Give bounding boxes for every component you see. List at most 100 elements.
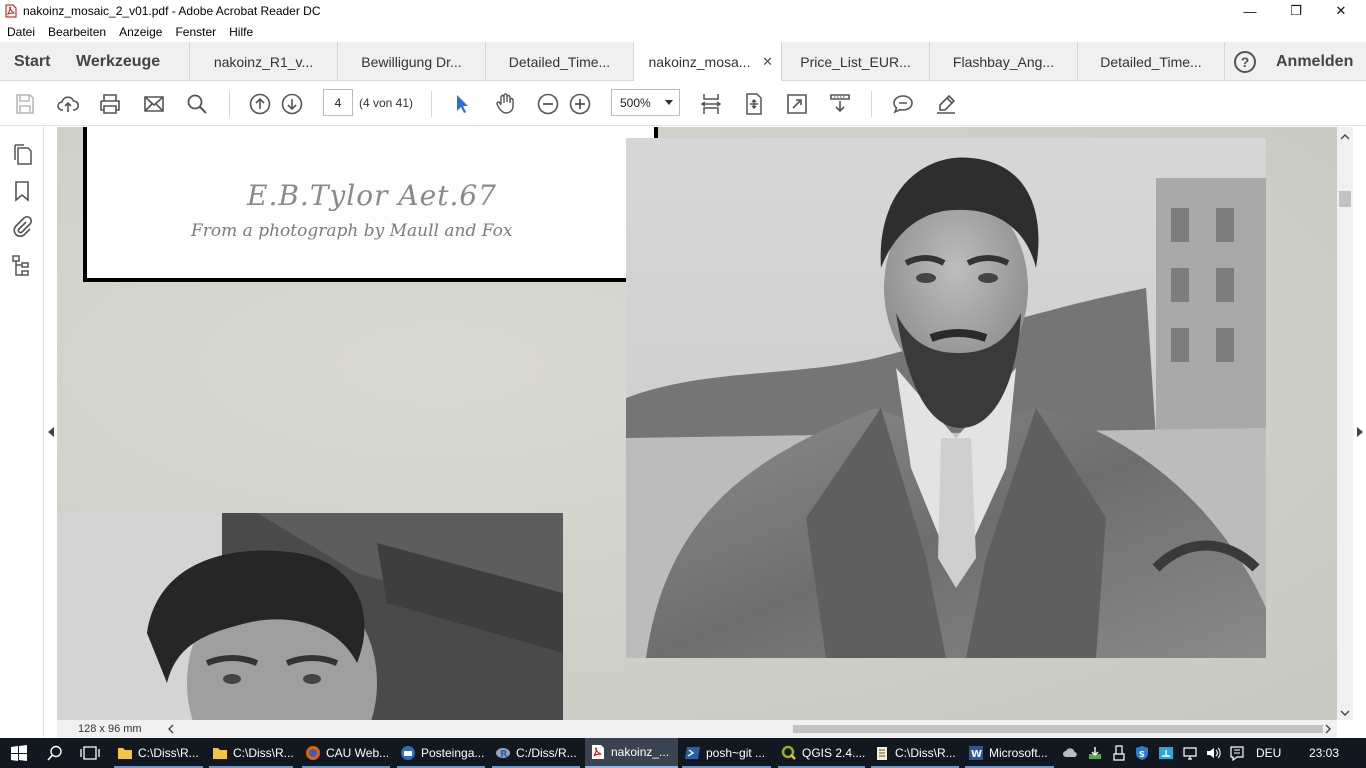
- taskbar-item[interactable]: posh~git ...: [680, 738, 773, 768]
- close-tab-icon[interactable]: ✕: [762, 54, 773, 70]
- full-screen-icon[interactable]: [784, 91, 810, 117]
- page-number-input[interactable]: 4: [323, 89, 353, 116]
- menu-anzeige[interactable]: Anzeige: [119, 25, 162, 39]
- content-tree-icon[interactable]: [10, 253, 34, 277]
- cloud-upload-icon[interactable]: [55, 91, 81, 117]
- input-language[interactable]: DEU: [1256, 746, 1281, 760]
- document-tab-label: Bewilligung Dr...: [361, 53, 462, 70]
- cloud-tray-icon[interactable]: [1062, 745, 1078, 761]
- document-tab-label: Price_List_EUR...: [800, 53, 911, 70]
- minimize-button[interactable]: —: [1227, 0, 1273, 22]
- taskbar-item-label: nakoinz_...: [611, 745, 670, 759]
- zoom-out-icon[interactable]: [535, 91, 561, 117]
- taskbar-item[interactable]: QGIS 2.4....: [776, 738, 867, 768]
- scroll-up-icon[interactable]: [1337, 131, 1353, 143]
- taskbar-item[interactable]: C:\Diss\R...: [869, 738, 961, 768]
- caption-name: E.B.Tylor Aet.67: [247, 179, 497, 212]
- taskbar-item-label: C:\Diss\R...: [138, 746, 199, 760]
- menu-datei[interactable]: Datei: [7, 25, 35, 39]
- menu-bearbeiten[interactable]: Bearbeiten: [48, 25, 106, 39]
- taskbar-item[interactable]: W Microsoft...: [963, 738, 1056, 768]
- hand-tool-icon[interactable]: [492, 91, 518, 117]
- left-navigation-rail: [0, 127, 44, 737]
- document-tab[interactable]: Flashbay_Ang...: [929, 42, 1077, 81]
- maximize-button[interactable]: ❐: [1273, 0, 1319, 22]
- help-icon[interactable]: ?: [1234, 51, 1256, 73]
- page-thumbnails-icon[interactable]: [10, 142, 34, 166]
- task-view-icon[interactable]: [80, 745, 100, 764]
- zoom-select[interactable]: 500%: [611, 89, 680, 116]
- tylor-photo-caption: E.B.Tylor Aet.67 From a photograph by Ma…: [83, 127, 658, 282]
- vertical-scroll-thumb[interactable]: [1339, 191, 1351, 207]
- taskbar-item-label: QGIS 2.4....: [802, 746, 866, 760]
- scroll-down-icon[interactable]: [1337, 707, 1353, 719]
- notifications-icon[interactable]: [1229, 745, 1245, 761]
- scroll-left-icon[interactable]: [165, 720, 177, 738]
- menu-fenster[interactable]: Fenster: [175, 25, 216, 39]
- document-tab[interactable]: Bewilligung Dr...: [337, 42, 485, 81]
- acrobat-icon: [592, 745, 604, 759]
- volume-icon[interactable]: [1205, 745, 1221, 761]
- close-window-button[interactable]: ✕: [1318, 0, 1364, 22]
- taskbar-item-active[interactable]: nakoinz_...: [585, 738, 678, 768]
- print-icon[interactable]: [97, 91, 123, 117]
- system-clock[interactable]: 23:03: [1309, 746, 1339, 760]
- document-tab-label: Detailed_Time...: [508, 53, 611, 70]
- document-tab[interactable]: Detailed_Time...: [485, 42, 633, 81]
- read-mode-icon[interactable]: [827, 91, 853, 117]
- fit-page-icon[interactable]: [741, 91, 767, 117]
- sign-in-button[interactable]: Anmelden: [1276, 53, 1353, 71]
- zoom-in-icon[interactable]: [567, 91, 593, 117]
- document-tab-active[interactable]: nakoinz_mosa... ✕: [633, 42, 781, 82]
- taskbar-item[interactable]: C:\Diss\R...: [112, 738, 205, 768]
- taskbar-item[interactable]: CAU Web...: [300, 738, 392, 768]
- fit-width-icon[interactable]: [698, 91, 724, 117]
- vertical-scrollbar[interactable]: [1337, 127, 1353, 720]
- document-tab-label: Detailed_Time...: [1100, 53, 1202, 70]
- tab-tools[interactable]: Werkzeuge: [62, 42, 189, 81]
- highlight-pen-icon[interactable]: [933, 91, 959, 117]
- zoom-value: 500%: [620, 95, 651, 110]
- windows-start-icon[interactable]: [11, 745, 27, 764]
- network-share-icon[interactable]: [1158, 745, 1174, 761]
- collapse-right-panel-icon[interactable]: [1357, 427, 1363, 437]
- taskbar-item[interactable]: Posteinga...: [395, 738, 487, 768]
- scroll-right-icon[interactable]: [1322, 720, 1334, 738]
- document-tab[interactable]: Detailed_Time...: [1077, 42, 1225, 81]
- select-cursor-icon[interactable]: [449, 91, 475, 117]
- caption-credit: From a photograph by Maull and Fox: [191, 221, 513, 241]
- page-down-icon[interactable]: [279, 91, 305, 117]
- page-count-label: (4 von 41): [359, 96, 414, 110]
- windows-taskbar: C:\Diss\R... C:\Diss\R... CAU Web... Pos…: [0, 738, 1366, 768]
- download-tray-icon[interactable]: [1087, 745, 1103, 761]
- document-tab[interactable]: nakoinz_R1_v...: [189, 42, 337, 81]
- bookmarks-icon[interactable]: [10, 179, 34, 203]
- document-viewport[interactable]: E.B.Tylor Aet.67 From a photograph by Ma…: [57, 127, 1337, 720]
- email-icon[interactable]: [141, 91, 167, 117]
- attachments-icon[interactable]: [10, 215, 34, 239]
- chevron-down-icon: [665, 100, 673, 105]
- network-icon[interactable]: [1182, 745, 1198, 761]
- taskbar-item[interactable]: R C:/Diss/R...: [490, 738, 582, 768]
- folder-icon: [118, 748, 132, 759]
- save-icon[interactable]: [12, 91, 38, 117]
- search-icon[interactable]: [184, 91, 210, 117]
- usb-tray-icon[interactable]: [1111, 745, 1127, 761]
- security-shield-icon[interactable]: S: [1134, 745, 1150, 761]
- taskbar-item[interactable]: C:\Diss\R...: [207, 738, 295, 768]
- svg-text:W: W: [971, 749, 982, 760]
- menu-hilfe[interactable]: Hilfe: [229, 25, 253, 39]
- collapse-left-panel-icon[interactable]: [48, 427, 54, 437]
- toolbar-separator: [871, 91, 872, 117]
- document-tab-label: nakoinz_R1_v...: [213, 53, 314, 70]
- comment-icon[interactable]: [890, 91, 916, 117]
- search-icon[interactable]: [47, 745, 63, 764]
- mail-client-icon: [401, 746, 415, 760]
- notepad-icon: [877, 747, 887, 760]
- word-icon: W: [969, 746, 983, 760]
- horizontal-scrollbar[interactable]: [57, 720, 1337, 738]
- tab-start[interactable]: Start: [0, 42, 62, 81]
- horizontal-scroll-thumb[interactable]: [793, 725, 1323, 733]
- document-tab[interactable]: Price_List_EUR...: [781, 42, 929, 81]
- page-up-icon[interactable]: [247, 91, 273, 117]
